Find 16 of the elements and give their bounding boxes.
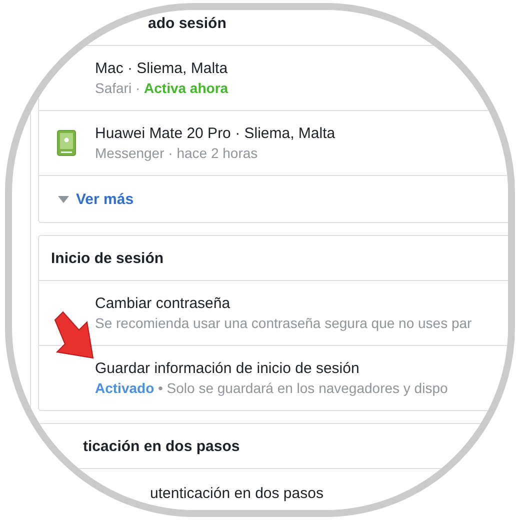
row-subtitle: Messenger · hace 2 horas xyxy=(95,145,258,161)
pointer-arrow xyxy=(53,310,95,360)
row-subtitle: Activado • Solo se guardará en los navegadores y dispo xyxy=(95,380,448,396)
row-subtitle: Safari · Activa ahora xyxy=(95,80,228,96)
phone-icon xyxy=(57,130,76,156)
see-more-link[interactable]: Ver más xyxy=(76,190,134,208)
row-title[interactable]: utenticación en dos pasos xyxy=(150,484,324,502)
row-subtitle: Se recomienda usar una contraseña segura que no uses par xyxy=(95,315,472,331)
section-title: ado sesión xyxy=(148,14,226,32)
caret-icon xyxy=(58,196,69,202)
row-title[interactable]: Mac · Sliema, Malta xyxy=(95,60,228,77)
section-title: Inicio de sesión xyxy=(51,250,164,266)
section-title: ticación en dos pasos xyxy=(83,438,240,454)
row-title[interactable]: Huawei Mate 20 Pro · Sliema, Malta xyxy=(95,125,336,142)
row-title[interactable]: Cambiar contraseña xyxy=(95,295,230,312)
row-title[interactable]: Guardar información de inicio de sesión xyxy=(95,360,360,377)
